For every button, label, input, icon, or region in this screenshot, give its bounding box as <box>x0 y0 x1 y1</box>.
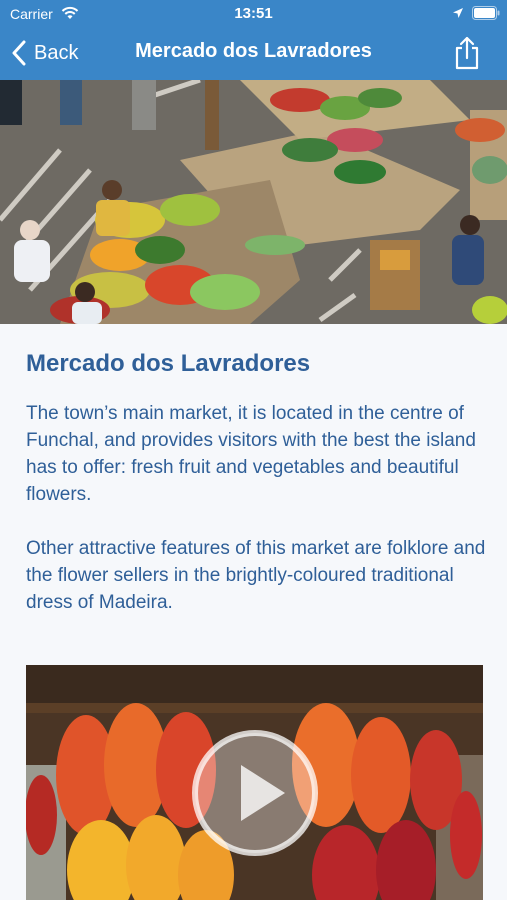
top-bar: Carrier 13:51 Back Mercado dos Lavradore… <box>0 0 507 80</box>
article-paragraph: The town’s main market, it is located in… <box>26 403 476 505</box>
play-icon[interactable] <box>191 729 319 857</box>
location-icon <box>453 8 463 18</box>
navigation-bar: Back Mercado dos Lavradores <box>0 28 507 80</box>
article: Mercado dos Lavradores The town’s main m… <box>26 340 486 616</box>
share-icon[interactable] <box>452 36 482 70</box>
article-paragraph: Other attractive features of this market… <box>26 538 486 613</box>
video-player[interactable] <box>26 665 483 900</box>
market-photo <box>0 80 507 324</box>
chevron-left-icon <box>12 40 26 66</box>
back-button[interactable]: Back <box>10 38 78 68</box>
back-label: Back <box>34 41 79 64</box>
status-bar: Carrier 13:51 <box>0 0 507 28</box>
status-time: 13:51 <box>234 5 273 22</box>
battery-icon <box>472 6 500 20</box>
article-heading: Mercado dos Lavradores <box>26 350 311 377</box>
